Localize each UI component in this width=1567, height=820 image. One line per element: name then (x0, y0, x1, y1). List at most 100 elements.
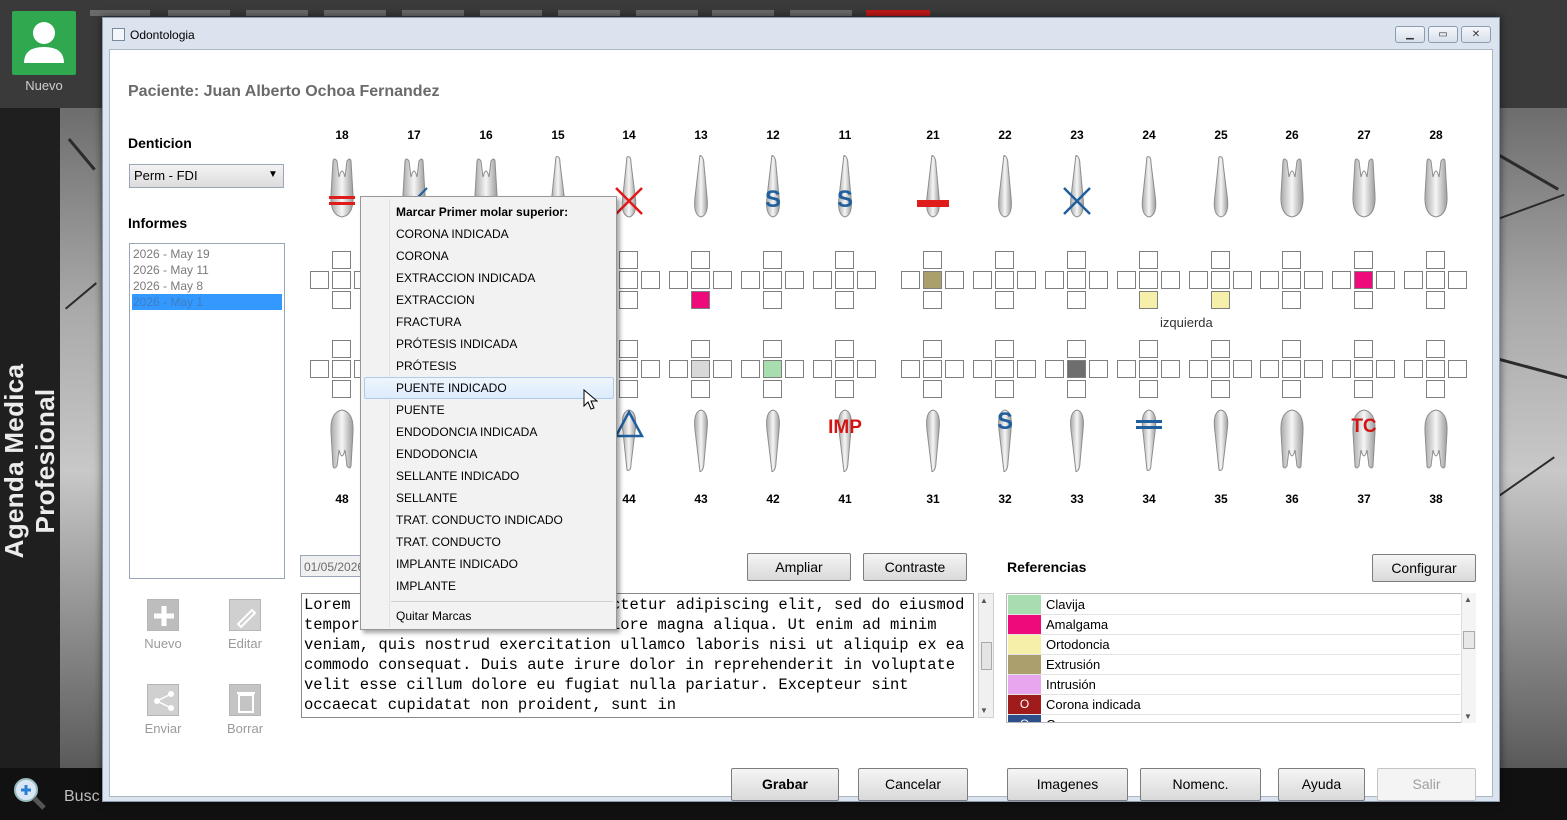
surface-42-left[interactable] (741, 360, 760, 378)
surface-41-right[interactable] (857, 360, 876, 378)
tooth-38[interactable] (1421, 406, 1451, 470)
surface-27-left[interactable] (1332, 271, 1351, 289)
surface-38-bottom[interactable] (1426, 380, 1445, 398)
tooth-13[interactable] (686, 154, 716, 219)
referencias-list[interactable]: Clavija Amalgama Ortodoncia Extrusión Intrus… (1006, 593, 1476, 723)
surface-35-right[interactable] (1233, 360, 1252, 378)
minimize-button[interactable]: ▁ (1395, 26, 1425, 43)
menu-item[interactable]: PUENTE INDICADO (396, 381, 507, 395)
surface-23-left[interactable] (1045, 271, 1064, 289)
surface-24-bottom[interactable] (1139, 291, 1158, 309)
surface-26-right[interactable] (1304, 271, 1323, 289)
surface-36-bottom[interactable] (1282, 380, 1301, 398)
menu-item[interactable]: EXTRACCION (396, 293, 475, 307)
menu-item[interactable]: PRÓTESIS (396, 359, 457, 373)
surface-24-center[interactable] (1139, 271, 1158, 289)
surface-24-top[interactable] (1139, 251, 1158, 269)
surface-28-left[interactable] (1404, 271, 1423, 289)
tooth-28[interactable] (1421, 155, 1451, 219)
surface-42-center[interactable] (763, 360, 782, 378)
surface-25-left[interactable] (1189, 271, 1208, 289)
surface-34-bottom[interactable] (1139, 380, 1158, 398)
surface-24-left[interactable] (1117, 271, 1136, 289)
surface-13-center[interactable] (691, 271, 710, 289)
tooth-31[interactable] (918, 406, 948, 473)
surface-18-left[interactable] (310, 271, 329, 289)
surface-28-bottom[interactable] (1426, 291, 1445, 309)
plus-icon[interactable] (147, 599, 179, 631)
menu-item[interactable]: CORONA (396, 249, 449, 263)
surface-13-left[interactable] (669, 271, 688, 289)
menu-item[interactable]: PUENTE (396, 403, 445, 417)
surface-36-right[interactable] (1304, 360, 1323, 378)
surface-25-right[interactable] (1233, 271, 1252, 289)
tooth-48[interactable] (327, 406, 357, 470)
menu-item[interactable]: SELLANTE (396, 491, 457, 505)
surface-31-left[interactable] (901, 360, 920, 378)
tooth-42[interactable] (758, 406, 788, 473)
search-icon[interactable] (12, 776, 46, 810)
surface-38-right[interactable] (1448, 360, 1467, 378)
surface-13-top[interactable] (691, 251, 710, 269)
surface-28-center[interactable] (1426, 271, 1445, 289)
referencias-scrollbar[interactable]: ▲ ▼ (1461, 593, 1476, 723)
surface-38-top[interactable] (1426, 340, 1445, 358)
surface-13-right[interactable] (713, 271, 732, 289)
surface-21-center[interactable] (923, 271, 942, 289)
surface-28-right[interactable] (1448, 271, 1467, 289)
surface-25-center[interactable] (1211, 271, 1230, 289)
surface-22-left[interactable] (973, 271, 992, 289)
surface-32-right[interactable] (1017, 360, 1036, 378)
surface-24-right[interactable] (1161, 271, 1180, 289)
surface-23-right[interactable] (1089, 271, 1108, 289)
cancelar-button[interactable]: Cancelar (858, 768, 968, 801)
surface-26-center[interactable] (1282, 271, 1301, 289)
tooth-chart[interactable]: 1848174716461545144413431242114121312232… (110, 50, 1494, 520)
enviar-button[interactable]: Enviar (133, 721, 193, 736)
surface-14-bottom[interactable] (619, 291, 638, 309)
new-user-button[interactable] (12, 11, 76, 75)
surface-14-center[interactable] (619, 271, 638, 289)
surface-32-top[interactable] (995, 340, 1014, 358)
surface-27-bottom[interactable] (1354, 291, 1373, 309)
maximize-button[interactable]: ▭ (1428, 26, 1458, 43)
surface-37-bottom[interactable] (1354, 380, 1373, 398)
referencia-row[interactable]: Intrusión (1008, 675, 1460, 695)
tooth-27[interactable] (1349, 155, 1379, 219)
referencia-row[interactable]: Amalgama (1008, 615, 1460, 635)
surface-34-left[interactable] (1117, 360, 1136, 378)
surface-11-top[interactable] (835, 251, 854, 269)
referencia-row[interactable]: Ortodoncia (1008, 635, 1460, 655)
imagenes-button[interactable]: Imagenes (1007, 768, 1128, 801)
surface-14-right[interactable] (641, 271, 660, 289)
surface-11-bottom[interactable] (835, 291, 854, 309)
surface-22-right[interactable] (1017, 271, 1036, 289)
surface-21-top[interactable] (923, 251, 942, 269)
trash-icon[interactable] (229, 684, 261, 716)
marks-context-menu[interactable]: Marcar Primer molar superior: CORONA IND… (360, 196, 617, 630)
surface-11-right[interactable] (857, 271, 876, 289)
surface-31-top[interactable] (923, 340, 942, 358)
surface-32-center[interactable] (995, 360, 1014, 378)
surface-28-top[interactable] (1426, 251, 1445, 269)
tooth-34[interactable] (1134, 406, 1164, 471)
borrar-button[interactable]: Borrar (215, 721, 275, 736)
editar-button[interactable]: Editar (215, 636, 275, 651)
surface-41-bottom[interactable] (835, 380, 854, 398)
surface-34-center[interactable] (1139, 360, 1158, 378)
surface-36-left[interactable] (1260, 360, 1279, 378)
menu-item[interactable]: SELLANTE INDICADO (396, 469, 519, 483)
surface-34-top[interactable] (1139, 340, 1158, 358)
surface-23-bottom[interactable] (1067, 291, 1086, 309)
notes-scrollbar[interactable]: ▲ ▼ (978, 593, 994, 718)
surface-33-right[interactable] (1089, 360, 1108, 378)
tooth-43[interactable] (686, 406, 716, 473)
surface-33-bottom[interactable] (1067, 380, 1086, 398)
surface-21-bottom[interactable] (923, 291, 942, 309)
surface-43-right[interactable] (713, 360, 732, 378)
menu-item[interactable]: PRÓTESIS INDICADA (396, 337, 517, 351)
menu-item[interactable]: FRACTURA (396, 315, 461, 329)
surface-44-bottom[interactable] (619, 380, 638, 398)
grabar-button[interactable]: Grabar (731, 768, 839, 801)
surface-44-center[interactable] (619, 360, 638, 378)
